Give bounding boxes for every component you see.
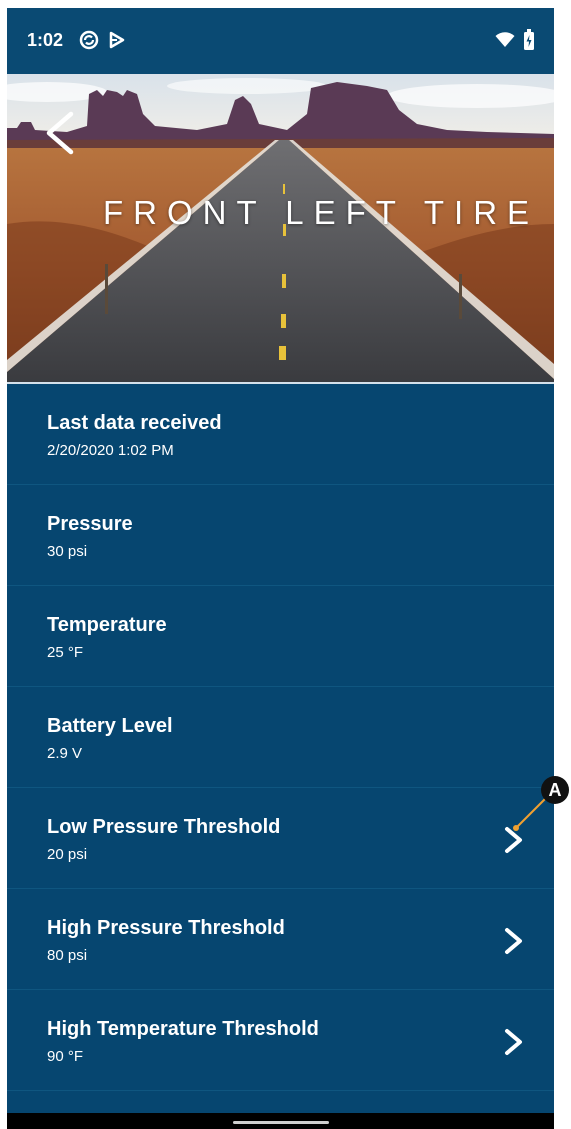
tire-details-list: Last data received 2/20/2020 1:02 PM Pre…	[7, 384, 554, 1091]
wifi-icon	[495, 32, 515, 47]
phone-screen: 1:02 FRONT LEFT TIRE Last data received …	[7, 8, 554, 1129]
row-value: 25 °F	[47, 644, 84, 661]
status-bar: 1:02	[7, 8, 554, 74]
navigation-bar	[7, 1113, 554, 1129]
row-value: 30 psi	[47, 543, 88, 560]
row-value: 90 °F	[47, 1048, 84, 1065]
back-button[interactable]	[41, 110, 81, 156]
row-label: Battery Level	[47, 715, 173, 737]
row-low-pressure-threshold[interactable]: Low Pressure Threshold 20 psi	[7, 788, 554, 889]
chevron-right-icon[interactable]	[501, 1028, 525, 1056]
chevron-right-icon[interactable]	[501, 927, 525, 955]
cast-icon	[109, 31, 125, 49]
row-label: Last data received	[47, 412, 222, 434]
row-label: Pressure	[47, 513, 133, 535]
row-high-temperature-threshold[interactable]: High Temperature Threshold 90 °F	[7, 990, 554, 1091]
sync-icon	[79, 30, 99, 50]
row-battery-level: Battery Level 2.9 V	[7, 687, 554, 788]
row-high-pressure-threshold[interactable]: High Pressure Threshold 80 psi	[7, 889, 554, 990]
page-title: FRONT LEFT TIRE	[103, 194, 540, 231]
row-value: 80 psi	[47, 947, 88, 964]
row-pressure: Pressure 30 psi	[7, 485, 554, 586]
row-value: 2.9 V	[47, 745, 83, 762]
battery-icon	[524, 29, 534, 50]
home-handle[interactable]	[233, 1121, 329, 1124]
row-value: 20 psi	[47, 846, 88, 863]
row-label: Low Pressure Threshold	[47, 816, 281, 838]
row-label: Temperature	[47, 614, 167, 636]
hero-image: FRONT LEFT TIRE	[7, 74, 554, 384]
chevron-right-icon[interactable]	[501, 826, 525, 854]
row-temperature: Temperature 25 °F	[7, 586, 554, 687]
row-label: High Pressure Threshold	[47, 917, 285, 939]
row-label: High Temperature Threshold	[47, 1018, 319, 1040]
row-last-data-received: Last data received 2/20/2020 1:02 PM	[7, 384, 554, 485]
status-time: 1:02	[27, 30, 64, 50]
annotation-callout: A	[541, 776, 569, 804]
row-value: 2/20/2020 1:02 PM	[47, 442, 174, 459]
